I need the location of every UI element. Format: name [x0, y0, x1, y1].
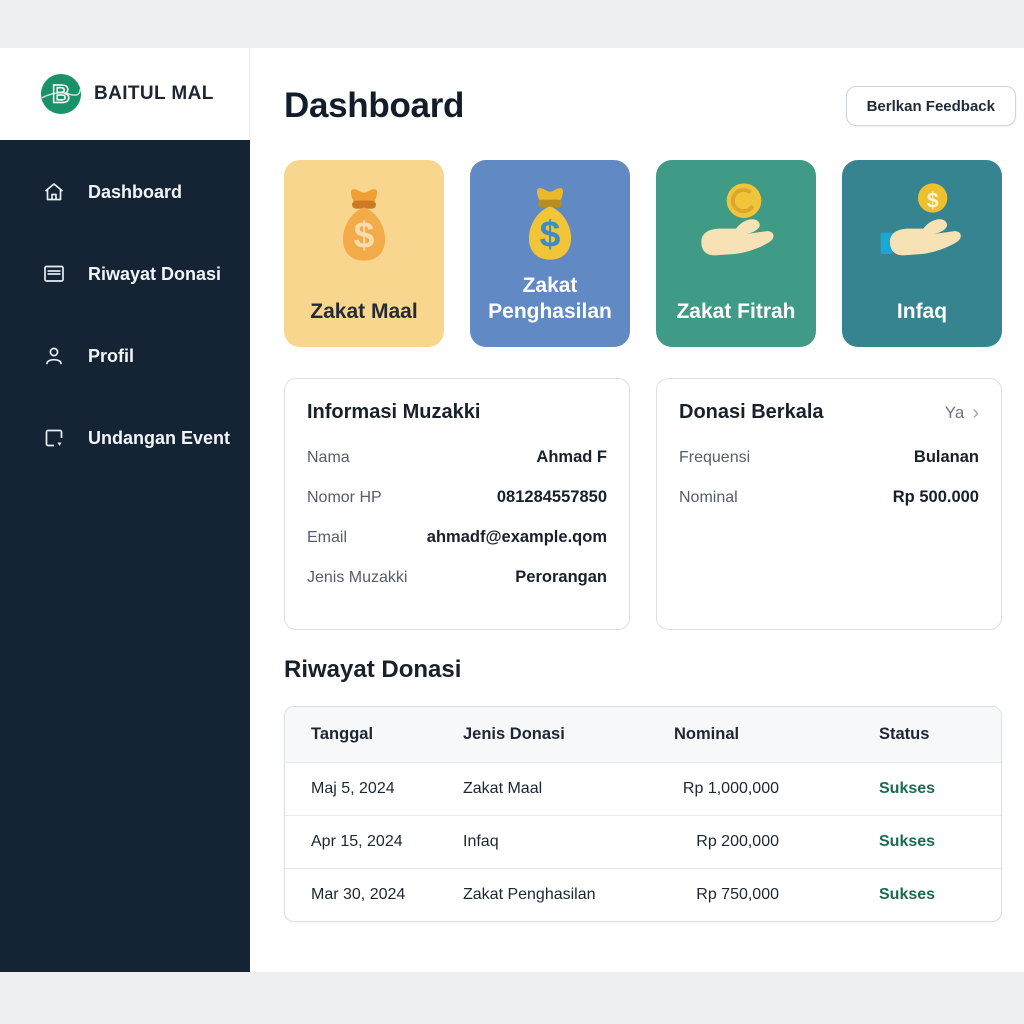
field-label: Nomor HP: [307, 489, 382, 507]
card-label: Zakat Penghasilan: [470, 273, 630, 325]
cell-jenis: Infaq: [463, 833, 674, 851]
muzakki-card-title: Informasi Muzakki: [307, 401, 480, 424]
berkala-status-value: Ya: [945, 403, 965, 423]
hand-dollar-icon: $: [874, 178, 970, 274]
brand-name: BAITUL MAL: [94, 83, 214, 105]
card-infaq[interactable]: $ Infaq: [842, 160, 1002, 347]
muzakki-row-nomor-hp: Nomor HP 081284557850: [307, 488, 607, 507]
sidebar-item-label: Riwayat Donasi: [88, 264, 221, 285]
sidebar: B BAITUL MAL Dashboard Riwa: [0, 48, 250, 972]
sidebar-item-riwayat-donasi[interactable]: Riwayat Donasi: [0, 252, 250, 296]
status-badge: Sukses: [879, 886, 1001, 904]
column-header-status: Status: [879, 725, 1001, 744]
sidebar-item-profil[interactable]: Profil: [0, 334, 250, 378]
card-zakat-maal[interactable]: $ Zakat Maal: [284, 160, 444, 347]
table-header-row: Tanggal Jenis Donasi Nominal Status: [285, 707, 1001, 762]
column-header-tanggal: Tanggal: [285, 725, 463, 744]
berkala-row-frequensi: Frequensi Bulanan: [679, 448, 979, 467]
svg-text:B: B: [52, 82, 70, 109]
sidebar-item-label: Undangan Event: [88, 428, 230, 449]
berkala-card-title: Donasi Berkala: [679, 401, 824, 424]
user-icon: [42, 344, 66, 368]
field-label: Frequensi: [679, 449, 750, 467]
category-cards-row: $ Zakat Maal $ Zakat Penghasilan: [284, 160, 1002, 347]
muzakki-row-nama: Nama Ahmad F: [307, 448, 607, 467]
field-label: Email: [307, 529, 347, 547]
berkala-detail-link[interactable]: Ya ›: [945, 403, 979, 423]
money-bag-icon: $: [502, 177, 598, 273]
card-label: Zakat Fitrah: [668, 299, 803, 325]
column-header-nominal: Nominal: [674, 725, 879, 744]
muzakki-row-jenis: Jenis Muzakki Perorangan: [307, 568, 607, 587]
page-header: Dashboard Berlkan Feedback: [284, 86, 1016, 126]
field-value: 081284557850: [497, 488, 607, 507]
cell-nominal: Rp 750,000: [674, 886, 879, 904]
card-label: Infaq: [889, 299, 955, 325]
field-value: ahmadf@example.qom: [427, 528, 607, 547]
baitul-mal-logo-icon: B: [40, 73, 82, 115]
field-value: Bulanan: [914, 448, 979, 467]
field-value: Ahmad F: [536, 448, 607, 467]
donation-history-table: Tanggal Jenis Donasi Nominal Status Maj …: [284, 706, 1002, 922]
sidebar-nav: Dashboard Riwayat Donasi Profil: [0, 140, 250, 972]
svg-text:$: $: [354, 213, 375, 255]
field-label: Jenis Muzakki: [307, 569, 407, 587]
berkala-row-nominal: Nominal Rp 500.000: [679, 488, 979, 507]
field-label: Nominal: [679, 489, 738, 507]
donation-history-section: Riwayat Donasi Tanggal Jenis Donasi Nomi…: [284, 656, 1002, 922]
cell-jenis: Zakat Penghasilan: [463, 886, 674, 904]
page-title: Dashboard: [284, 86, 464, 126]
home-icon: [42, 180, 66, 204]
muzakki-row-email: Email ahmadf@example.qom: [307, 528, 607, 547]
svg-text:$: $: [540, 212, 561, 254]
svg-text:$: $: [927, 188, 939, 212]
sidebar-item-label: Profil: [88, 346, 134, 367]
money-bag-icon: $: [316, 178, 412, 274]
brand-header: B BAITUL MAL: [0, 48, 250, 140]
cell-nominal: Rp 200,000: [674, 833, 879, 851]
sidebar-item-label: Dashboard: [88, 182, 182, 203]
cell-jenis: Zakat Maal: [463, 780, 674, 798]
sidebar-item-dashboard[interactable]: Dashboard: [0, 170, 250, 214]
card-zakat-fitrah[interactable]: Zakat Fitrah: [656, 160, 816, 347]
cell-tanggal: Apr 15, 2024: [285, 833, 463, 851]
field-label: Nama: [307, 449, 350, 467]
main-content: Dashboard Berlkan Feedback $ Zakat Maal: [250, 48, 1024, 972]
card-label: Zakat Maal: [302, 299, 425, 325]
chevron-right-icon: ›: [972, 403, 979, 423]
table-row[interactable]: Apr 15, 2024 Infaq Rp 200,000 Sukses: [285, 815, 1001, 868]
column-header-jenis: Jenis Donasi: [463, 725, 674, 744]
table-row[interactable]: Maj 5, 2024 Zakat Maal Rp 1,000,000 Suks…: [285, 762, 1001, 815]
donasi-berkala-card: Donasi Berkala Ya › Frequensi Bulanan No…: [656, 378, 1002, 630]
hand-coin-icon: [688, 178, 784, 274]
cell-tanggal: Maj 5, 2024: [285, 780, 463, 798]
table-row[interactable]: Mar 30, 2024 Zakat Penghasilan Rp 750,00…: [285, 868, 1001, 921]
field-value: Perorangan: [515, 568, 607, 587]
app-window: B BAITUL MAL Dashboard Riwa: [0, 48, 1024, 972]
muzakki-info-card: Informasi Muzakki Nama Ahmad F Nomor HP …: [284, 378, 630, 630]
status-badge: Sukses: [879, 833, 1001, 851]
card-zakat-penghasilan[interactable]: $ Zakat Penghasilan: [470, 160, 630, 347]
sidebar-item-undangan-event[interactable]: Undangan Event: [0, 416, 250, 460]
list-icon: [42, 262, 66, 286]
history-title: Riwayat Donasi: [284, 656, 1002, 684]
cell-tanggal: Mar 30, 2024: [285, 886, 463, 904]
info-cards-row: Informasi Muzakki Nama Ahmad F Nomor HP …: [284, 378, 1002, 630]
status-badge: Sukses: [879, 780, 1001, 798]
field-value: Rp 500.000: [893, 488, 979, 507]
feedback-button[interactable]: Berlkan Feedback: [846, 86, 1016, 126]
event-icon: [42, 426, 66, 450]
cell-nominal: Rp 1,000,000: [674, 780, 879, 798]
